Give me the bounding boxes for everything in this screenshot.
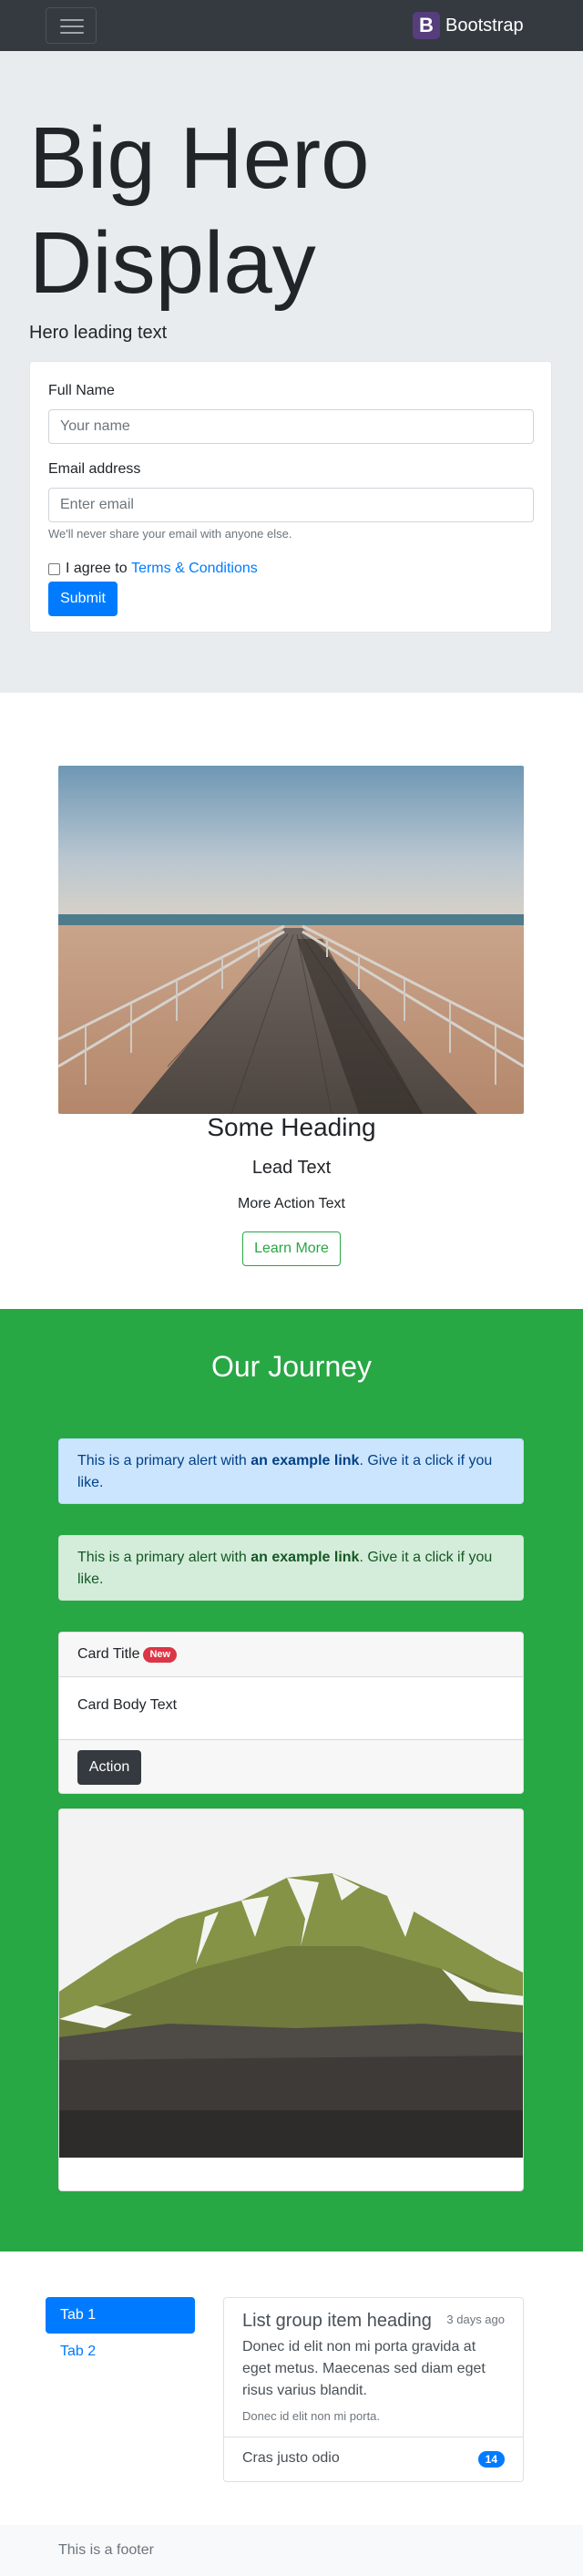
- mountain-image: [59, 1809, 523, 2158]
- tab-2[interactable]: Tab 2: [46, 2334, 195, 2370]
- hero-jumbotron: Big Hero Display Hero leading text Full …: [0, 51, 583, 693]
- success-alert: This is a primary alert with an example …: [58, 1535, 524, 1601]
- card-footer: Action: [59, 1739, 523, 1793]
- footer-text: This is a footer: [58, 2542, 154, 2558]
- signup-form: Full Name Email address We'll never shar…: [29, 361, 552, 633]
- content-card: Card Title New Card Body Text Action: [58, 1632, 524, 1794]
- tab-1[interactable]: Tab 1: [46, 2297, 195, 2334]
- terms-checkbox[interactable]: [48, 562, 60, 575]
- new-badge: New: [143, 1646, 178, 1663]
- full-name-label: Full Name: [48, 383, 115, 398]
- tabs-section: Tab 1 Tab 2 List group item heading 3 da…: [0, 2251, 583, 2525]
- hamburger-icon-line: [60, 26, 84, 27]
- primary-alert: This is a primary alert with an example …: [58, 1438, 524, 1504]
- learn-more-button[interactable]: Learn More: [242, 1231, 341, 1266]
- hero-lead: Hero leading text: [29, 323, 168, 343]
- navbar: B Bootstrap: [0, 0, 583, 51]
- hero-title: Big Hero Display: [29, 109, 370, 313]
- card-body-text: Card Body Text: [77, 1697, 178, 1713]
- terms-label: I agree to: [66, 561, 128, 576]
- action-button[interactable]: Action: [77, 1750, 141, 1785]
- alert-text-prefix: This is a primary alert with: [77, 1550, 251, 1565]
- list-item-small-text: Donec id elit non mi porta.: [242, 2409, 381, 2423]
- terms-checkbox-row: I agree to Terms & Conditions: [48, 558, 258, 580]
- feature-heading: Some Heading: [207, 1113, 376, 1141]
- submit-button[interactable]: Submit: [48, 582, 118, 616]
- footer: This is a footer: [0, 2525, 583, 2576]
- email-help-text: We'll never share your email with anyone…: [48, 527, 292, 541]
- brand-text: Bootstrap: [445, 15, 524, 36]
- feature-section: Some Heading Lead Text More Action Text …: [0, 693, 583, 1309]
- alert-text-prefix: This is a primary alert with: [77, 1453, 251, 1468]
- boardwalk-beach-image: [58, 766, 524, 1114]
- image-card: [58, 1808, 524, 2191]
- hamburger-icon: [60, 19, 84, 21]
- list-item-text: Donec id elit non mi porta gravida at eg…: [242, 2339, 486, 2398]
- list-item-heading: List group item heading: [242, 2311, 432, 2331]
- email-label: Email address: [48, 461, 141, 477]
- alert-link[interactable]: an example link: [251, 1453, 359, 1468]
- email-input[interactable]: [48, 488, 534, 522]
- card-title: Card Title: [77, 1646, 140, 1662]
- terms-link[interactable]: Terms & Conditions: [131, 558, 258, 580]
- journey-title: Our Journey: [210, 1350, 373, 1383]
- full-name-input[interactable]: [48, 409, 534, 444]
- count-badge: 14: [477, 2451, 505, 2468]
- list-group-item-detailed[interactable]: List group item heading 3 days ago Donec…: [224, 2298, 523, 2437]
- list-group: List group item heading 3 days ago Donec…: [223, 2297, 524, 2482]
- feature-action-text: More Action Text: [238, 1196, 345, 1211]
- bootstrap-logo-icon: B: [413, 12, 440, 39]
- alert-link[interactable]: an example link: [251, 1550, 359, 1565]
- hamburger-icon-line: [60, 32, 84, 34]
- navbar-toggler-button[interactable]: [46, 7, 97, 44]
- list-group-item-label[interactable]: Cras justo odio: [242, 2447, 340, 2469]
- list-item-time: 3 days ago: [446, 2313, 505, 2326]
- navbar-brand[interactable]: B Bootstrap: [413, 12, 524, 39]
- feature-lead: Lead Text: [251, 1158, 332, 1178]
- card-header: Card Title New: [59, 1633, 523, 1677]
- journey-section: Our Journey This is a primary alert with…: [0, 1309, 583, 2251]
